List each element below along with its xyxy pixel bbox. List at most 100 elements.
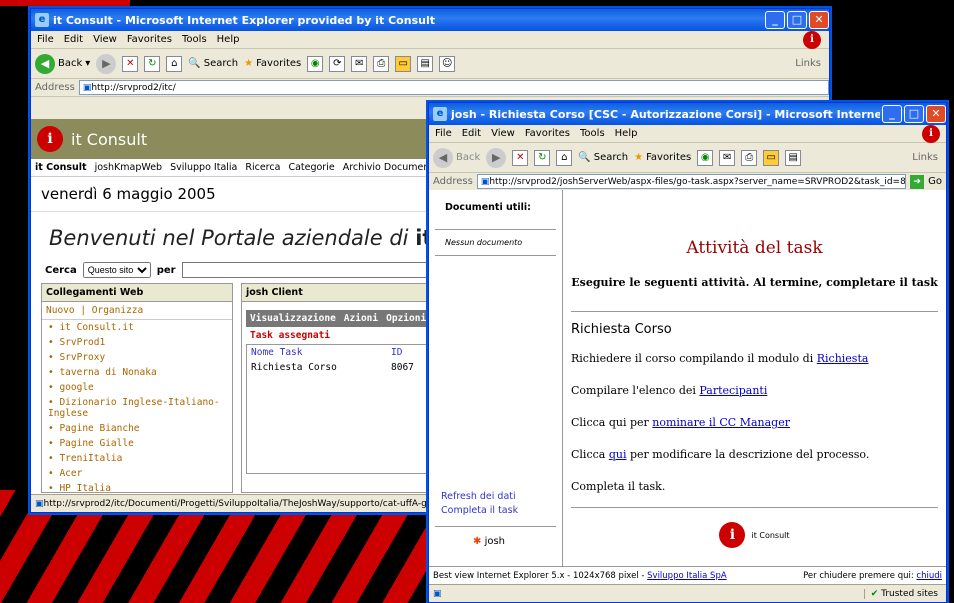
forward-button[interactable]: ▶ bbox=[96, 53, 117, 74]
chiudi-link[interactable]: chiudi bbox=[916, 571, 942, 581]
partecipanti-link[interactable]: Partecipanti bbox=[699, 384, 767, 397]
richiesta-link[interactable]: Richiesta bbox=[817, 352, 869, 365]
menu-help[interactable]: Help bbox=[615, 128, 638, 139]
menu-view[interactable]: View bbox=[491, 128, 515, 139]
minimize-button[interactable]: _ bbox=[882, 105, 902, 123]
link-item[interactable]: Pagine Bianche bbox=[42, 421, 232, 436]
mail-icon[interactable]: ✉ bbox=[351, 55, 368, 72]
link-item[interactable]: taverna di Nonaka bbox=[42, 365, 232, 380]
browser-window-josh-task[interactable]: e josh - Richiesta Corso [CSC - Autorizz… bbox=[428, 102, 947, 603]
nav-it-consult[interactable]: it Consult bbox=[35, 162, 87, 173]
stop-icon[interactable]: ✕ bbox=[122, 55, 139, 72]
search-icon: 🔍 bbox=[578, 152, 591, 163]
title-bar[interactable]: e josh - Richiesta Corso [CSC - Autorizz… bbox=[429, 103, 946, 125]
link-item[interactable]: Dizionario Inglese-Italiano-Inglese bbox=[42, 395, 232, 421]
nav-categorie[interactable]: Categorie bbox=[288, 162, 334, 173]
maximize-button[interactable]: □ bbox=[787, 11, 807, 29]
minimize-button[interactable]: _ bbox=[765, 11, 785, 29]
back-arrow-icon: ◀ bbox=[433, 147, 453, 168]
menu-view[interactable]: View bbox=[93, 34, 117, 45]
links-panel-title: Collegamenti Web bbox=[42, 284, 232, 302]
cc-manager-link[interactable]: nominare il CC Manager bbox=[652, 416, 790, 429]
address-input[interactable]: ▣ http://srvprod2/joshServerWeb/aspx-fil… bbox=[476, 174, 907, 189]
favorites-button[interactable]: ★ Favorites bbox=[244, 58, 301, 69]
print-icon[interactable]: ⎙ bbox=[373, 55, 390, 72]
forward-button[interactable]: ▶ bbox=[486, 147, 507, 168]
menu-edit[interactable]: Edit bbox=[462, 128, 481, 139]
ie-icon: e bbox=[433, 107, 447, 121]
menu-visualizzazione[interactable]: Visualizzazione bbox=[250, 313, 336, 324]
footer-right: Per chiudere premere qui: chiudi bbox=[803, 570, 942, 581]
menu-azioni[interactable]: Azioni bbox=[344, 313, 378, 324]
josh-brand: ✱ josh bbox=[473, 536, 506, 547]
nav-joshkmapweb[interactable]: joshKmapWeb bbox=[95, 162, 162, 173]
messenger-icon[interactable]: ☺ bbox=[439, 55, 456, 72]
refresh-link[interactable]: Refresh dei dati bbox=[441, 490, 518, 504]
complete-task-link[interactable]: Completa il task bbox=[441, 504, 518, 518]
nav-ricerca[interactable]: Ricerca bbox=[245, 162, 280, 173]
address-bar: Address ▣ http://srvprod2/itc/ bbox=[31, 79, 829, 97]
page-icon: ▣ bbox=[35, 498, 44, 509]
menu-opzioni[interactable]: Opzioni bbox=[386, 313, 426, 324]
menu-favorites[interactable]: Favorites bbox=[525, 128, 570, 139]
close-button[interactable]: ✕ bbox=[809, 11, 829, 29]
back-button[interactable]: ◀ Back bbox=[433, 147, 480, 168]
media-icon[interactable]: ◉ bbox=[697, 149, 714, 166]
close-button[interactable]: ✕ bbox=[926, 105, 946, 123]
window-title: josh - Richiesta Corso [CSC - Autorizzaz… bbox=[451, 107, 880, 121]
back-button[interactable]: ◀ Back ▾ bbox=[35, 53, 90, 74]
task-heading: Attività del task bbox=[686, 238, 823, 258]
link-item[interactable]: SrvProd1 bbox=[42, 335, 232, 350]
menu-help[interactable]: Help bbox=[217, 34, 240, 45]
go-icon[interactable]: ➜ bbox=[910, 174, 925, 189]
link-item[interactable]: HP Italia bbox=[42, 481, 232, 494]
edit-icon[interactable]: ▤ bbox=[785, 149, 802, 166]
media-icon[interactable]: ◉ bbox=[307, 55, 324, 72]
stop-icon[interactable]: ✕ bbox=[512, 149, 529, 166]
link-item[interactable]: google bbox=[42, 380, 232, 395]
link-item[interactable]: TreniItalia bbox=[42, 451, 232, 466]
folder-icon[interactable]: ▭ bbox=[395, 55, 412, 72]
josh-logo-icon: ✱ bbox=[473, 536, 482, 547]
nav-sviluppo-italia[interactable]: Sviluppo Italia bbox=[170, 162, 237, 173]
link-item[interactable]: Pagine Gialle bbox=[42, 436, 232, 451]
edit-icon[interactable]: ▤ bbox=[417, 55, 434, 72]
search-button[interactable]: 🔍 Search bbox=[188, 58, 238, 69]
link-item[interactable]: Acer bbox=[42, 466, 232, 481]
title-bar[interactable]: e it Consult - Microsoft Internet Explor… bbox=[31, 9, 829, 31]
maximize-button[interactable]: □ bbox=[904, 105, 924, 123]
print-icon[interactable]: ⎙ bbox=[741, 149, 758, 166]
background-red-bar bbox=[0, 0, 130, 6]
search-button[interactable]: 🔍 Search bbox=[578, 152, 628, 163]
refresh-icon[interactable]: ↻ bbox=[534, 149, 551, 166]
menu-file[interactable]: File bbox=[435, 128, 452, 139]
menu-tools[interactable]: Tools bbox=[580, 128, 605, 139]
links-label[interactable]: Links bbox=[912, 152, 938, 163]
menu-tools[interactable]: Tools bbox=[182, 34, 207, 45]
address-input[interactable]: ▣ http://srvprod2/itc/ bbox=[78, 80, 829, 95]
it-consult-logo-icon: i bbox=[922, 125, 940, 143]
page-icon: ▣ bbox=[82, 82, 92, 93]
nav-archivio[interactable]: Archivio Documen bbox=[343, 162, 430, 173]
menu-favorites[interactable]: Favorites bbox=[127, 34, 172, 45]
toolbar: ◀ Back ▾ ▶ ✕ ↻ ⌂ 🔍 Search ★ Favorites ◉ ⟳ ✉ … bbox=[31, 49, 829, 79]
links-panel-actions[interactable]: Nuovo | Organizza bbox=[42, 302, 232, 320]
history-icon[interactable]: ⟳ bbox=[329, 55, 346, 72]
qui-link[interactable]: qui bbox=[609, 448, 627, 461]
home-icon[interactable]: ⌂ bbox=[556, 149, 573, 166]
go-button[interactable]: Go bbox=[928, 176, 946, 187]
links-label[interactable]: Links bbox=[795, 58, 821, 69]
mail-icon[interactable]: ✉ bbox=[719, 149, 736, 166]
favorites-button[interactable]: ★ Favorites bbox=[634, 152, 691, 163]
home-icon[interactable]: ⌂ bbox=[166, 55, 183, 72]
folder-icon[interactable]: ▭ bbox=[763, 149, 780, 166]
menu-file[interactable]: File bbox=[37, 34, 54, 45]
page-icon: ▣ bbox=[480, 176, 490, 187]
menu-edit[interactable]: Edit bbox=[64, 34, 83, 45]
search-scope-select[interactable]: Questo sito bbox=[82, 262, 151, 278]
link-item[interactable]: it Consult.it bbox=[42, 320, 232, 335]
star-icon: ★ bbox=[244, 58, 254, 69]
sviluppo-italia-link[interactable]: Sviluppo Italia SpA bbox=[647, 571, 727, 581]
refresh-icon[interactable]: ↻ bbox=[144, 55, 161, 72]
link-item[interactable]: SrvProxy bbox=[42, 350, 232, 365]
